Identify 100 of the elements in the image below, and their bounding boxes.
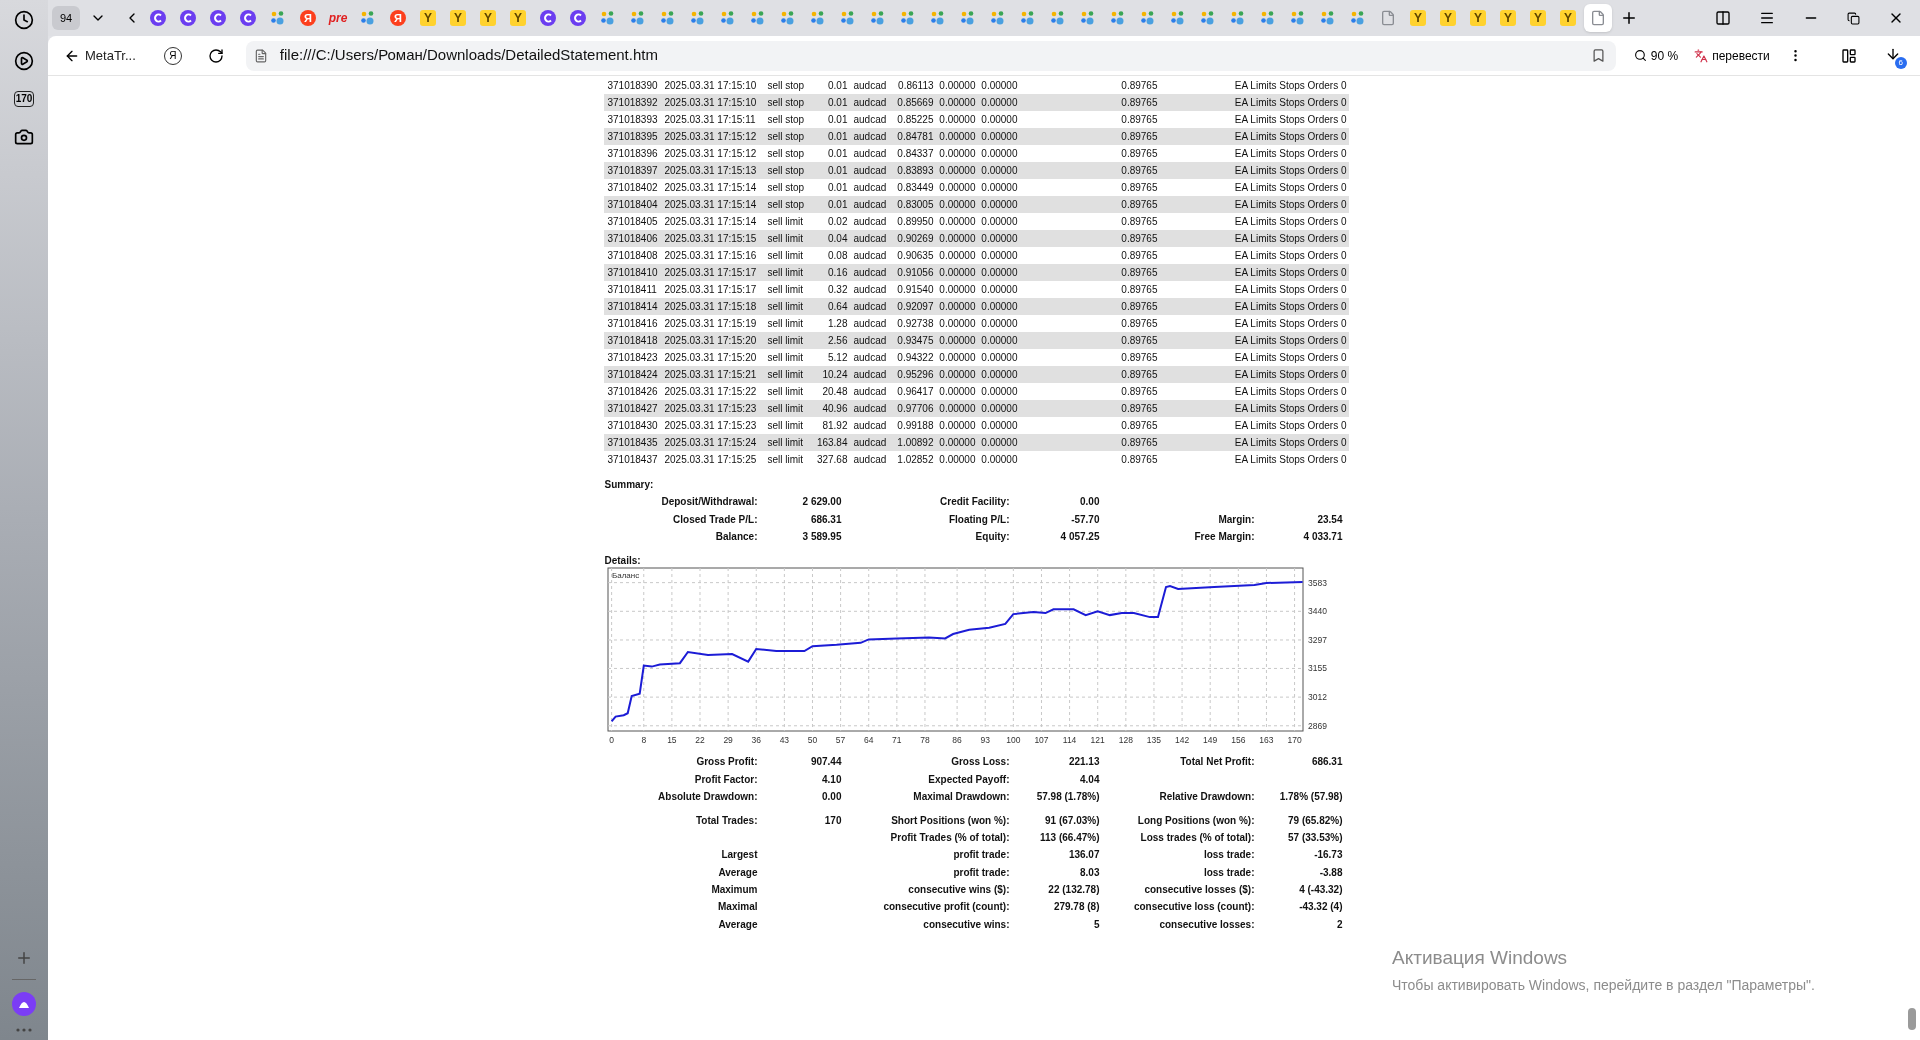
stat-label: Short Positions (won %): [891, 814, 1010, 826]
table-cell: 0.89765 [1121, 233, 1158, 244]
table-cell: 2025.03.31 17:15:12 [664, 148, 757, 159]
browser-tab[interactable]: Y [1494, 4, 1522, 32]
table-cell: 0.00000 [939, 437, 976, 448]
notice-title: Активация Windows [1392, 946, 1569, 970]
browser-tab[interactable]: Y [1524, 4, 1552, 32]
table-cell: 5.12 [828, 352, 848, 363]
table-cell: 81.92 [822, 420, 848, 431]
table-cell: 0.90635 [897, 250, 934, 261]
table-cell: sell limit [767, 335, 804, 346]
table-cell: sell stop [767, 131, 805, 142]
screenshot-icon[interactable] [14, 127, 34, 147]
tab-logo-icon: Y [450, 10, 466, 26]
browser-tab[interactable]: Я [294, 4, 322, 32]
translate-button[interactable]: перевести [1694, 46, 1770, 65]
table-cell: 0.83893 [897, 165, 934, 176]
stat-value: 221.13 [1068, 756, 1100, 768]
table-cell: 0.89765 [1121, 80, 1158, 91]
back-link[interactable]: MetaTr... [85, 45, 136, 66]
axis-tick-label: 3583 [1307, 577, 1327, 588]
stat-value: -57.70 [1071, 513, 1100, 525]
panel-icon[interactable] [1715, 10, 1731, 26]
table-cell: audcad [853, 233, 887, 244]
table-cell: EA Limits Stops Orders 0 [1234, 165, 1347, 176]
browser-tab[interactable]: Y [414, 4, 442, 32]
table-cell: 2025.03.31 17:15:14 [664, 199, 757, 210]
dots-logo-icon [690, 10, 706, 26]
table-cell: 371018435 [607, 437, 658, 448]
collections-icon[interactable] [1840, 47, 1857, 64]
url-field[interactable]: file:///C:/Users/Роман/Downloads/DetailedStatement.htm [245, 40, 1616, 71]
browser-tab[interactable]: Y [504, 4, 532, 32]
table-cell: EA Limits Stops Orders 0 [1234, 301, 1347, 312]
bookmark-icon[interactable] [1590, 48, 1606, 63]
browser-tab[interactable]: Y [1404, 4, 1432, 32]
scrollbar-thumb[interactable] [1908, 1008, 1916, 1030]
stat-label: profit trade: [953, 849, 1010, 861]
tab-logo-icon: Y [1470, 10, 1486, 26]
stat-label: consecutive wins ($): [908, 884, 1010, 896]
zoom-indicator[interactable]: 90 % [1633, 46, 1679, 65]
axis-tick-label: 43 [779, 735, 789, 746]
table-cell: 2025.03.31 17:15:25 [664, 454, 757, 465]
table-cell: EA Limits Stops Orders 0 [1234, 352, 1347, 363]
reload-icon[interactable] [207, 47, 224, 64]
add-icon[interactable] [15, 949, 33, 967]
table-cell: EA Limits Stops Orders 0 [1234, 199, 1347, 210]
table-cell: 0.00000 [981, 250, 1018, 261]
axis-tick-label: 3440 [1307, 606, 1327, 617]
table-cell: 0.89765 [1121, 97, 1158, 108]
browser-tab[interactable]: Y [444, 4, 472, 32]
table-cell: audcad [853, 284, 887, 295]
stat-label: Maximum [711, 884, 758, 896]
stat-value: 170 [824, 814, 842, 826]
browser-tab[interactable]: Y [474, 4, 502, 32]
restore-icon[interactable] [1847, 11, 1860, 25]
table-cell: 0.00000 [981, 165, 1018, 176]
chart-title: Баланс [611, 571, 639, 581]
menu-icon[interactable] [1759, 10, 1775, 26]
table-cell: audcad [853, 165, 887, 176]
axis-tick-label: 163 [1258, 735, 1274, 746]
axis-tick-label: 121 [1090, 735, 1105, 746]
history-icon[interactable] [14, 10, 34, 30]
stat-value: 4.10 [822, 773, 842, 785]
swirl-logo-icon [150, 10, 166, 26]
table-cell: sell stop [767, 199, 805, 210]
browser-tab[interactable]: Y [1554, 4, 1582, 32]
table-cell: 371018416 [607, 318, 658, 329]
browser-tab[interactable]: pre [324, 4, 352, 32]
table-cell: sell limit [767, 233, 804, 244]
stat-value: 3 589.95 [802, 530, 842, 542]
stat-label: Expected Payoff: [928, 773, 1010, 785]
table-cell: 0.00000 [939, 386, 976, 397]
axis-tick-label: 22 [694, 735, 705, 746]
dots-logo-icon [270, 10, 286, 26]
stat-label: Total Net Profit: [1180, 756, 1255, 768]
assistant-icon[interactable] [12, 992, 36, 1016]
table-cell: audcad [853, 97, 887, 108]
table-cell: 0.00000 [939, 165, 976, 176]
new-tab-icon[interactable] [1620, 9, 1638, 27]
table-cell: 0.01 [828, 80, 848, 91]
table-cell: 0.01 [828, 114, 848, 125]
dots-logo-icon [1290, 10, 1306, 26]
stat-label: Maximal Drawdown: [913, 791, 1010, 803]
stat-value: 22 (132.78) [1048, 884, 1100, 896]
play-icon[interactable] [14, 51, 34, 71]
browser-tab[interactable] [1584, 4, 1612, 32]
tab-counter[interactable]: 94 [52, 6, 80, 30]
axis-tick-label: 64 [863, 735, 873, 746]
table-cell: 0.00000 [939, 284, 976, 295]
table-cell: 0.08 [828, 250, 848, 261]
axis-tick-label: 100 [1005, 735, 1020, 746]
table-cell: 0.00000 [981, 420, 1018, 431]
browser-tab[interactable]: Y [1434, 4, 1462, 32]
counter-badge[interactable]: 170 [13, 91, 35, 107]
table-cell: 371018392 [607, 97, 658, 108]
stat-label: Average [718, 866, 758, 878]
table-cell: EA Limits Stops Orders 0 [1234, 250, 1347, 261]
browser-tab[interactable]: Y [1464, 4, 1492, 32]
browser-tab[interactable]: Я [384, 4, 412, 32]
stat-value: 23.54 [1317, 513, 1343, 525]
